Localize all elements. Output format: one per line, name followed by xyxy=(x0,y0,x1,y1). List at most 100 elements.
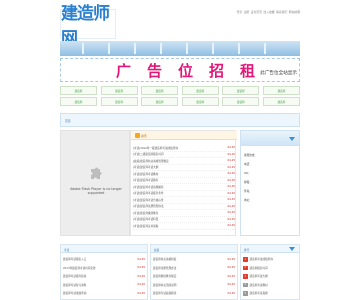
news-item-date: 04-25 xyxy=(227,204,235,208)
top-link[interactable]: 加入收藏 xyxy=(263,10,274,14)
rank-badge: 3 xyxy=(243,274,248,279)
nav-divider xyxy=(212,43,214,54)
ranking-item[interactable]: 2 建造师报名时间 xyxy=(243,264,297,273)
sidebar-item-label: 传真： xyxy=(244,189,252,193)
panel-item[interactable]: 建造师考试复习资料 04-25 xyxy=(63,281,145,290)
top-link[interactable]: 登录 xyxy=(236,10,242,14)
news-item-date: 04-25 xyxy=(227,191,235,195)
panel-item[interactable]: 建造师执业资格制度 04-25 xyxy=(153,255,235,264)
sidebar-item: 客服热线： xyxy=(244,150,298,159)
chevron-down-icon[interactable] xyxy=(289,247,295,251)
panel-list: 建造师考试报名入口 04-25 2013年建造师考试时间安排 04-25 建造师考试报考… xyxy=(63,255,145,298)
quick-link[interactable]: 建造师 xyxy=(100,86,138,95)
breadcrumb-home[interactable]: 首页 xyxy=(65,119,71,123)
panel-item-text: 建造师执业资格制度 xyxy=(153,258,177,262)
news-item-text: [考试]建造师注册管理办法 xyxy=(133,205,164,209)
quick-link[interactable]: 建造师 xyxy=(222,97,260,106)
quick-link[interactable]: 建造师 xyxy=(141,86,179,95)
quick-link[interactable]: 建造师 xyxy=(100,97,138,106)
panel-item[interactable]: 建造师考试成绩查询 04-25 xyxy=(63,289,145,298)
nav-separators xyxy=(60,41,300,56)
rank-badge: 5 xyxy=(243,291,248,296)
quick-link[interactable]: 建造师 xyxy=(262,86,300,95)
news-item-date: 04-25 xyxy=(227,224,235,228)
top-link[interactable]: 注册 xyxy=(244,10,250,14)
news-item-date: 04-25 xyxy=(227,211,235,215)
sidebar-item-label: 客服热线： xyxy=(244,153,257,157)
ranking-item[interactable]: 4 建造师考试教材 xyxy=(243,281,297,290)
top-link[interactable]: 联系我们 xyxy=(276,10,287,14)
news-item-date: 04-25 xyxy=(227,159,235,163)
panel-item[interactable]: 建造师继续教育规定 04-25 xyxy=(153,272,235,281)
page: 建造师网 登录 注册 设为首页 加入收藏 联系我们 网站地图 广告位招租 此广告… xyxy=(0,0,360,300)
rank-badge: 2 xyxy=(243,265,248,270)
panel-item[interactable]: 建造师考试政策解读 04-25 xyxy=(153,289,235,298)
news-icon xyxy=(135,133,140,138)
quick-link[interactable]: 建造师 xyxy=(181,86,219,95)
panel-item[interactable]: 建造师考试报考指南 04-25 xyxy=(63,272,145,281)
news-item-text: [政策]建造师执业资格管理规定 xyxy=(133,159,169,163)
news-item-text: [考试]建造师考试科目 xyxy=(133,218,159,222)
news-header: 资讯 xyxy=(131,131,237,140)
ranking-item-text: 建造师考试成绩查询 xyxy=(249,258,273,262)
news-title: 资讯 xyxy=(141,134,147,138)
panel-item-text: 建造师考试复习资料 xyxy=(63,283,87,287)
ranking-item-text: 建造师考试教材 xyxy=(249,283,268,287)
top-link[interactable]: 网站地图 xyxy=(289,10,300,14)
panel-title: 政策 xyxy=(154,248,160,252)
news-item-text: [考试]2012年一级建造师考试成绩查询 xyxy=(133,146,178,150)
news-item-text: [考试]建造师考试大纲 xyxy=(133,166,159,170)
panel-item[interactable]: 建造师注册管理办法 04-25 xyxy=(153,264,235,273)
news-item-text: [考试]建造师证书领取 xyxy=(133,224,159,228)
ranking-item-text: 建造师考试大纲 xyxy=(249,275,268,279)
panel-item[interactable]: 建造师执业范围说明 04-25 xyxy=(153,281,235,290)
panel-item[interactable]: 建造师考试报名入口 04-25 xyxy=(63,255,145,264)
quick-link[interactable]: 建造师 xyxy=(141,97,179,106)
quick-link[interactable]: 建造师 xyxy=(181,97,219,106)
quick-links-row: 建造师 建造师 建造师 建造师 建造师 建造师 xyxy=(60,86,300,95)
panel-item-date: 04-25 xyxy=(137,266,145,270)
quick-link[interactable]: 建造师 xyxy=(262,97,300,106)
quick-link[interactable]: 建造师 xyxy=(60,86,97,95)
ranking-item[interactable]: 1 建造师考试成绩查询 xyxy=(243,255,297,264)
panel-item-text: 2013年建造师考试时间安排 xyxy=(63,266,96,270)
news-item-date: 04-25 xyxy=(227,172,235,176)
ranking-item[interactable]: 3 建造师考试大纲 xyxy=(243,272,297,281)
nav-divider xyxy=(82,43,84,54)
news-item-text: [考试]二级建造师报名时间 xyxy=(133,153,164,157)
panel-item-text: 建造师继续教育规定 xyxy=(153,275,177,279)
quick-link[interactable]: 建造师 xyxy=(60,97,97,106)
chevron-down-icon[interactable] xyxy=(289,137,295,141)
nav-divider xyxy=(238,43,240,54)
quick-link[interactable]: 建造师 xyxy=(222,86,260,95)
sidebar-list: 客服热线： 电话： QQ： 邮箱： 传真： 地址： xyxy=(244,150,298,204)
news-panel: 资讯 [考试]2012年一级建造师考试成绩查询 04-25 [考试]二级建造师报名时… xyxy=(130,130,237,236)
quick-links-row: 建造师 建造师 建造师 建造师 建造师 建造师 xyxy=(60,97,300,106)
news-item-date: 04-25 xyxy=(227,178,235,182)
sidebar-item: 地址： xyxy=(244,195,298,204)
panel-title: 考试 xyxy=(64,248,70,252)
news-item-text: [考试]建造师考试真题解析 xyxy=(133,185,164,189)
news-item-date: 04-25 xyxy=(227,146,235,150)
nav-divider xyxy=(160,43,162,54)
rank-badge: 1 xyxy=(243,257,248,262)
ranking-item[interactable]: 5 建造师考试真题 xyxy=(243,289,297,298)
panel-list: 建造师执业资格制度 04-25 建造师注册管理办法 04-25 建造师继续教育规定 04-… xyxy=(153,255,235,298)
sidebar-item-label: 邮箱： xyxy=(244,180,252,184)
site-logo[interactable]: 建造师网 xyxy=(60,4,116,49)
panel-item-text: 建造师考试政策解读 xyxy=(153,292,177,296)
panel-item-date: 04-25 xyxy=(227,291,235,295)
top-link[interactable]: 设为首页 xyxy=(251,10,262,14)
news-item[interactable]: [考试]建造师证书领取 04-25 xyxy=(133,223,235,230)
panel-item-date: 04-25 xyxy=(137,274,145,278)
ad-banner[interactable]: 广告位招租 此广告位全站显示 xyxy=(60,58,300,82)
panel-item-text: 建造师考试成绩查询 xyxy=(63,292,87,296)
panel-header: 考试 xyxy=(61,245,147,253)
panel-item[interactable]: 2013年建造师考试时间安排 04-25 xyxy=(63,264,145,273)
news-item-date: 04-25 xyxy=(227,217,235,221)
top-links: 登录 注册 设为首页 加入收藏 联系我们 网站地图 xyxy=(236,10,300,14)
flash-player: Adobe Flash Player is no longer supporte… xyxy=(60,130,130,236)
news-item-text: [考试]建造师考试教材 xyxy=(133,172,159,176)
panel-item-date: 04-25 xyxy=(137,257,145,261)
panel-header: 排行 xyxy=(241,245,299,253)
